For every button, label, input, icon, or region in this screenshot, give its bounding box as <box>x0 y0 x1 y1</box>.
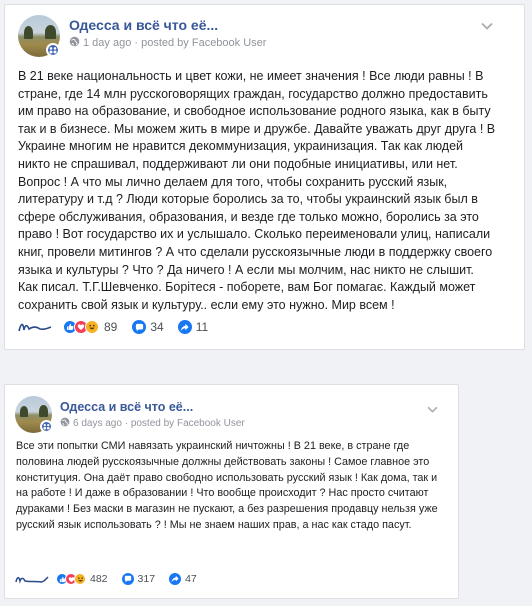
post-meta: 1 day ago · posted by Facebook User <box>69 36 266 50</box>
chevron-down-icon[interactable] <box>427 400 438 418</box>
reactions-summary[interactable]: 482 <box>56 573 108 585</box>
shares-count: 11 <box>195 320 209 334</box>
post-stats-bar: 482 317 47 <box>56 573 197 585</box>
author-signature <box>15 576 49 584</box>
comments-stat[interactable]: 317 <box>121 573 156 585</box>
comments-stat[interactable]: 34 <box>132 320 164 334</box>
haha-reaction-icon <box>74 573 86 585</box>
globe-icon <box>60 417 70 430</box>
reactions-summary[interactable]: 89 <box>63 320 117 334</box>
post-body-text: Все эти попытки СМИ навязать украинский … <box>16 440 438 531</box>
group-badge-icon <box>46 43 60 57</box>
post-card: Одесса и всё что её... 6 days ago · post… <box>4 384 459 599</box>
group-badge-icon <box>40 420 53 433</box>
comments-count: 34 <box>150 320 164 334</box>
shares-stat[interactable]: 47 <box>169 573 197 585</box>
share-icon <box>177 320 192 334</box>
post-body-text: В 21 веке национальность и цвет кожи, не… <box>18 69 496 312</box>
post-card: Одесса и всё что её... 1 day ago · poste… <box>4 4 525 350</box>
shares-stat[interactable]: 11 <box>177 320 209 334</box>
haha-reaction-icon <box>85 320 99 334</box>
comment-icon <box>121 573 134 585</box>
comments-count: 317 <box>137 573 156 585</box>
post-meta-text: 6 days ago · posted by Facebook User <box>73 418 245 429</box>
comment-icon <box>132 320 147 334</box>
globe-icon <box>69 36 80 50</box>
reactions-count: 482 <box>90 573 108 585</box>
shares-count: 47 <box>185 573 197 585</box>
page-name-link[interactable]: Одесса и всё что её... <box>60 400 193 414</box>
reactions-count: 89 <box>104 320 118 334</box>
post-stats-bar: 89 34 11 <box>63 320 208 334</box>
post-meta-text: 1 day ago · posted by Facebook User <box>83 37 267 49</box>
share-icon <box>169 573 182 585</box>
post-meta: 6 days ago · posted by Facebook User <box>60 417 245 430</box>
author-signature <box>18 323 52 332</box>
chevron-down-icon[interactable] <box>481 17 493 35</box>
page-name-link[interactable]: Одесса и всё что её... <box>69 17 218 33</box>
